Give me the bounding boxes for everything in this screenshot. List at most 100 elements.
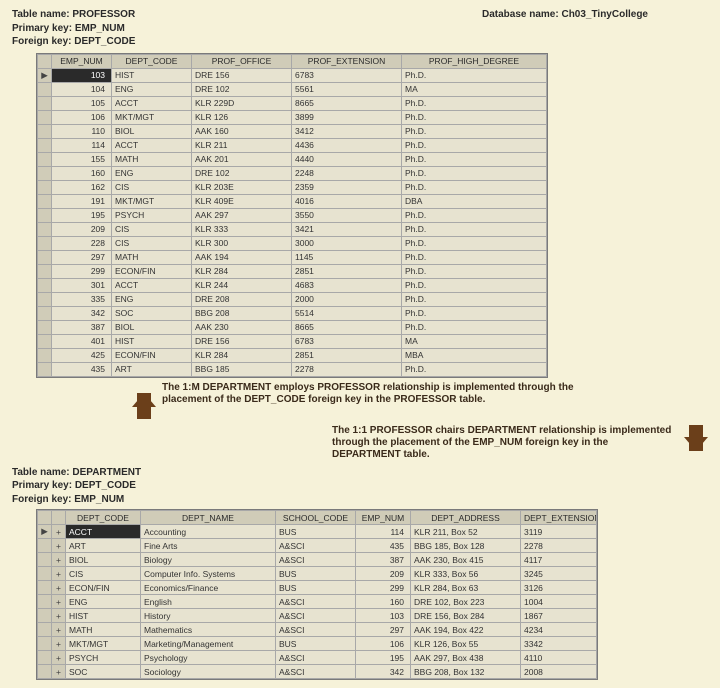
cell-school-code[interactable]: BUS [276, 525, 356, 539]
cell-emp-num[interactable]: 155 [52, 152, 112, 166]
column-header[interactable]: DEPT_NAME [141, 511, 276, 525]
cell-dept-address[interactable]: AAK 230, Box 415 [411, 553, 521, 567]
cell-prof-degree[interactable]: Ph.D. [402, 124, 547, 138]
row-marker[interactable] [38, 553, 52, 567]
cell-emp-num[interactable]: 106 [356, 637, 411, 651]
cell-prof-degree[interactable]: Ph.D. [402, 180, 547, 194]
cell-prof-degree[interactable]: MA [402, 82, 547, 96]
cell-dept-address[interactable]: DRE 156, Box 284 [411, 609, 521, 623]
cell-dept-code[interactable]: ECON/FIN [112, 348, 192, 362]
cell-dept-name[interactable]: Biology [141, 553, 276, 567]
row-marker[interactable] [38, 348, 52, 362]
row-marker[interactable] [38, 539, 52, 553]
cell-emp-num[interactable]: 299 [356, 581, 411, 595]
cell-dept-code[interactable]: HIST [112, 334, 192, 348]
cell-emp-num[interactable]: 103 [52, 68, 112, 82]
row-marker[interactable] [38, 82, 52, 96]
cell-dept-code[interactable]: HIST [66, 609, 141, 623]
cell-prof-office[interactable]: DRE 156 [192, 334, 292, 348]
cell-dept-code[interactable]: MKT/MGT [112, 110, 192, 124]
cell-prof-degree[interactable]: Ph.D. [402, 68, 547, 82]
expand-icon[interactable]: + [52, 525, 66, 539]
row-marker[interactable]: ▶ [38, 68, 52, 82]
cell-dept-code[interactable]: PSYCH [112, 208, 192, 222]
cell-prof-office[interactable]: DRE 102 [192, 82, 292, 96]
expand-icon[interactable]: + [52, 637, 66, 651]
cell-dept-code[interactable]: ECON/FIN [112, 264, 192, 278]
table-row[interactable]: 209CISKLR 3333421Ph.D. [38, 222, 547, 236]
cell-prof-office[interactable]: KLR 211 [192, 138, 292, 152]
cell-prof-degree[interactable]: Ph.D. [402, 166, 547, 180]
cell-prof-extension[interactable]: 2359 [292, 180, 402, 194]
cell-dept-code[interactable]: CIS [112, 236, 192, 250]
cell-dept-code[interactable]: ENG [112, 82, 192, 96]
cell-dept-name[interactable]: History [141, 609, 276, 623]
cell-emp-num[interactable]: 160 [356, 595, 411, 609]
cell-prof-office[interactable]: KLR 284 [192, 264, 292, 278]
row-marker[interactable] [38, 222, 52, 236]
cell-emp-num[interactable]: 114 [356, 525, 411, 539]
cell-prof-office[interactable]: KLR 284 [192, 348, 292, 362]
column-header[interactable]: DEPT_CODE [112, 54, 192, 68]
column-header[interactable]: PROF_EXTENSION [292, 54, 402, 68]
cell-prof-degree[interactable]: Ph.D. [402, 110, 547, 124]
table-row[interactable]: 195PSYCHAAK 2973550Ph.D. [38, 208, 547, 222]
cell-dept-code[interactable]: ART [66, 539, 141, 553]
table-row[interactable]: 299ECON/FINKLR 2842851Ph.D. [38, 264, 547, 278]
cell-emp-num[interactable]: 160 [52, 166, 112, 180]
cell-prof-extension[interactable]: 5514 [292, 306, 402, 320]
cell-prof-office[interactable]: KLR 300 [192, 236, 292, 250]
table-row[interactable]: 155MATHAAK 2014440Ph.D. [38, 152, 547, 166]
row-marker[interactable] [38, 320, 52, 334]
cell-prof-extension[interactable]: 8665 [292, 96, 402, 110]
cell-dept-address[interactable]: DRE 102, Box 223 [411, 595, 521, 609]
cell-dept-code[interactable]: CIS [112, 222, 192, 236]
cell-dept-code[interactable]: ACCT [112, 138, 192, 152]
expand-icon[interactable]: + [52, 581, 66, 595]
cell-dept-extension[interactable]: 3245 [521, 567, 597, 581]
cell-prof-degree[interactable]: Ph.D. [402, 138, 547, 152]
table-row[interactable]: 105ACCTKLR 229D8665Ph.D. [38, 96, 547, 110]
table-row[interactable]: +ARTFine ArtsA&SCI435BBG 185, Box 128227… [38, 539, 597, 553]
cell-dept-code[interactable]: MATH [112, 250, 192, 264]
cell-prof-office[interactable]: KLR 203E [192, 180, 292, 194]
cell-prof-office[interactable]: AAK 230 [192, 320, 292, 334]
cell-emp-num[interactable]: 110 [52, 124, 112, 138]
cell-prof-office[interactable]: DRE 156 [192, 68, 292, 82]
cell-dept-extension[interactable]: 4234 [521, 623, 597, 637]
cell-emp-num[interactable]: 435 [356, 539, 411, 553]
cell-prof-degree[interactable]: MBA [402, 348, 547, 362]
cell-school-code[interactable]: A&SCI [276, 595, 356, 609]
cell-emp-num[interactable]: 299 [52, 264, 112, 278]
row-marker[interactable] [38, 110, 52, 124]
cell-emp-num[interactable]: 103 [356, 609, 411, 623]
cell-prof-extension[interactable]: 2000 [292, 292, 402, 306]
row-marker[interactable] [38, 567, 52, 581]
column-header[interactable]: DEPT_ADDRESS [411, 511, 521, 525]
cell-dept-code[interactable]: ENG [66, 595, 141, 609]
table-row[interactable]: ▶+ACCTAccountingBUS114KLR 211, Box 52311… [38, 525, 597, 539]
row-marker[interactable] [38, 152, 52, 166]
table-row[interactable]: 387BIOLAAK 2308665Ph.D. [38, 320, 547, 334]
row-marker[interactable] [38, 208, 52, 222]
cell-prof-extension[interactable]: 2851 [292, 264, 402, 278]
cell-dept-code[interactable]: MKT/MGT [66, 637, 141, 651]
cell-dept-code[interactable]: ENG [112, 292, 192, 306]
row-marker[interactable] [38, 138, 52, 152]
row-marker[interactable] [38, 292, 52, 306]
cell-prof-office[interactable]: KLR 126 [192, 110, 292, 124]
expand-icon[interactable]: + [52, 539, 66, 553]
row-marker[interactable] [38, 180, 52, 194]
cell-dept-code[interactable]: HIST [112, 68, 192, 82]
table-row[interactable]: 162CISKLR 203E2359Ph.D. [38, 180, 547, 194]
cell-school-code[interactable]: BUS [276, 637, 356, 651]
row-marker[interactable] [38, 236, 52, 250]
column-header[interactable]: PROF_OFFICE [192, 54, 292, 68]
expand-icon[interactable]: + [52, 609, 66, 623]
cell-dept-name[interactable]: Computer Info. Systems [141, 567, 276, 581]
column-header[interactable]: SCHOOL_CODE [276, 511, 356, 525]
cell-prof-extension[interactable]: 3000 [292, 236, 402, 250]
cell-prof-office[interactable]: DRE 208 [192, 292, 292, 306]
cell-school-code[interactable]: A&SCI [276, 623, 356, 637]
table-row[interactable]: 435ARTBBG 1852278Ph.D. [38, 362, 547, 376]
